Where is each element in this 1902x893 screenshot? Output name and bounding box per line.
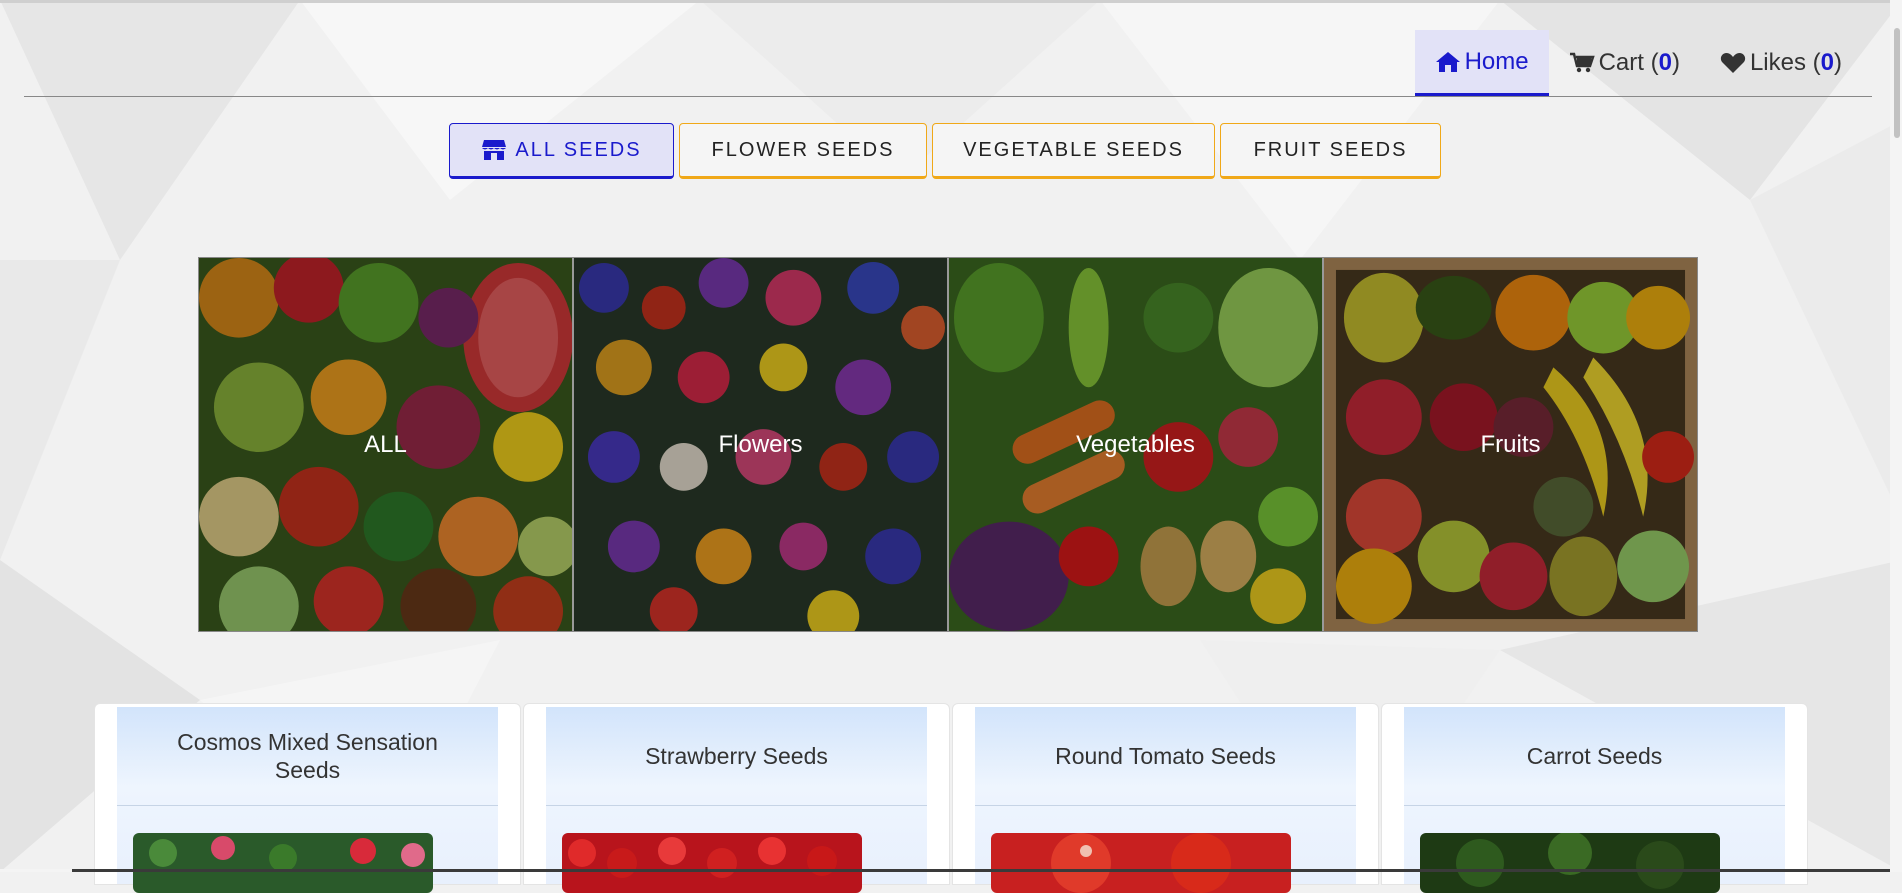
banner-label: Vegetables [1076, 430, 1195, 458]
nav-cart-close: ) [1671, 49, 1680, 76]
nav-home[interactable]: Home [1414, 30, 1549, 96]
product-grid: Cosmos Mixed Sensation Seeds Strawberry … [94, 703, 1808, 893]
category-banner: ALL Flowers Vegetables Fruits [198, 257, 1698, 632]
product-card[interactable]: Carrot Seeds [1381, 703, 1808, 893]
product-title: Strawberry Seeds [546, 707, 927, 806]
product-image [1420, 833, 1720, 893]
home-icon [1435, 51, 1460, 72]
product-title: Cosmos Mixed Sensation Seeds [117, 707, 498, 806]
cart-icon [1569, 52, 1595, 73]
product-card[interactable]: Strawberry Seeds [523, 703, 950, 893]
product-image [133, 833, 433, 893]
scrollbar-thumb[interactable] [1894, 28, 1900, 138]
nav-cart[interactable]: Cart (0) [1549, 30, 1700, 96]
tab-label: ALL SEEDS [515, 138, 642, 161]
heart-icon [1720, 53, 1746, 73]
tab-label: FRUIT SEEDS [1253, 138, 1408, 161]
tab-all-seeds[interactable]: ALL SEEDS [449, 123, 674, 179]
tab-label: VEGETABLE SEEDS [963, 138, 1184, 161]
tab-flower-seeds[interactable]: FLOWER SEEDS [679, 123, 927, 179]
product-card[interactable]: Round Tomato Seeds [952, 703, 1379, 893]
top-edge [0, 0, 1902, 3]
top-nav: Home Cart (0) Likes (0) [1414, 30, 1862, 96]
tab-label: FLOWER SEEDS [711, 138, 895, 161]
nav-cart-label: Cart ( [1598, 49, 1659, 76]
tab-fruit-seeds[interactable]: FRUIT SEEDS [1220, 123, 1441, 179]
banner-tile-vegetables[interactable]: Vegetables [949, 258, 1324, 631]
nav-likes[interactable]: Likes (0) [1700, 30, 1862, 96]
vertical-scrollbar[interactable] [1890, 0, 1902, 872]
product-image [991, 833, 1291, 893]
banner-tile-all[interactable]: ALL [199, 258, 574, 631]
product-title: Carrot Seeds [1404, 707, 1785, 806]
nav-likes-label: Likes ( [1749, 49, 1821, 76]
likes-count: 0 [1820, 49, 1834, 76]
tab-vegetable-seeds[interactable]: VEGETABLE SEEDS [932, 123, 1215, 179]
store-icon [482, 140, 507, 160]
banner-label: Flowers [718, 430, 803, 458]
banner-tile-flowers[interactable]: Flowers [574, 258, 949, 631]
nav-divider [24, 96, 1872, 97]
banner-label: Fruits [1480, 430, 1541, 458]
nav-home-label: Home [1464, 47, 1529, 75]
cart-count: 0 [1658, 49, 1672, 76]
banner-label: ALL [364, 430, 407, 458]
banner-tile-fruits[interactable]: Fruits [1324, 258, 1697, 631]
product-card[interactable]: Cosmos Mixed Sensation Seeds [94, 703, 521, 893]
category-tabs: ALL SEEDS FLOWER SEEDS VEGETABLE SEEDS F… [449, 123, 1441, 179]
product-title: Round Tomato Seeds [975, 707, 1356, 806]
nav-likes-close: ) [1834, 49, 1842, 76]
product-image [562, 833, 862, 893]
